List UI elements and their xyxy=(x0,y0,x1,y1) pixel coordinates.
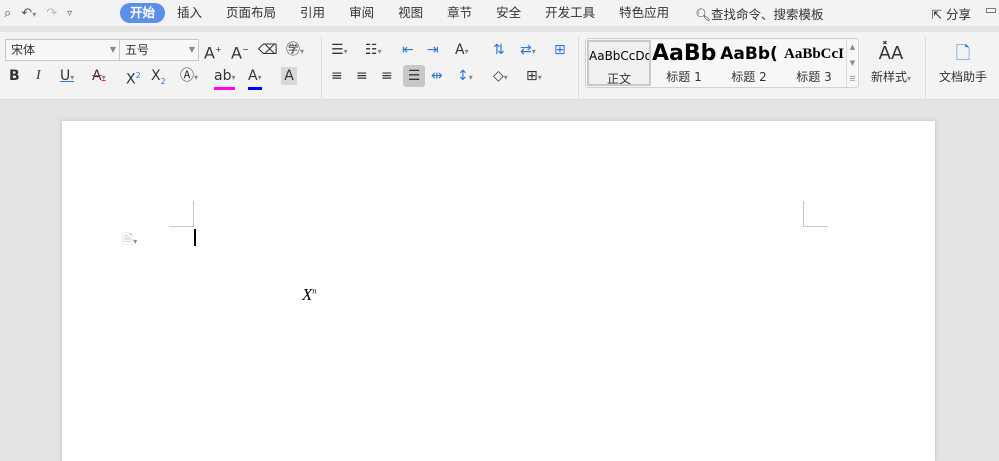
increase-indent-icon[interactable]: ⇥ xyxy=(427,41,439,59)
distributed-icon[interactable]: ⇹ xyxy=(431,67,443,85)
style-name: 正文 xyxy=(606,72,631,86)
command-search[interactable]: 🔍︎查找命令、搜索模板 xyxy=(695,4,823,23)
subscript-icon[interactable]: X2 xyxy=(151,67,166,91)
style-name: 标题 2 xyxy=(731,70,767,84)
doc-helper-button[interactable]: 🗋 文档助手 xyxy=(933,40,993,85)
table-grid-icon[interactable]: ⊞ xyxy=(554,41,566,59)
style-name: 标题 1 xyxy=(666,70,702,84)
paragraph-options-icon[interactable]: 🗎▾ xyxy=(122,229,137,253)
text-cursor xyxy=(194,229,196,246)
style-gallery: AaBbCcDd 正文 AaBb 标题 1 AaBb( 标题 2 AaBbCcI 标题 … xyxy=(585,38,859,88)
tab-insert[interactable]: 插入 xyxy=(165,3,214,23)
doc-helper-icon: 🗋 xyxy=(955,43,971,64)
highlight-icon[interactable]: ab▾ xyxy=(214,67,236,90)
justify-icon[interactable]: ☰ xyxy=(403,65,425,87)
undo-icon[interactable]: ↶▾ xyxy=(21,6,36,21)
customize-chevron-icon[interactable]: ▿ xyxy=(67,8,72,19)
formula-object[interactable]: Xn xyxy=(302,285,316,305)
style-preview: AaBb( xyxy=(720,44,778,64)
strikethrough-icon[interactable]: A▾ xyxy=(92,67,106,87)
tab-special-apps[interactable]: 特色应用 xyxy=(607,3,681,23)
new-style-button[interactable]: A̽A 新样式▾ xyxy=(866,40,916,85)
formula-superscript: n xyxy=(312,286,317,296)
text-direction-icon[interactable]: ⇄▾ xyxy=(520,41,536,61)
share-label: 分享 xyxy=(945,7,971,22)
share-button[interactable]: ⇱ 分享 xyxy=(932,4,971,23)
style-preview: AaBbCcI xyxy=(783,46,844,62)
underline-icon[interactable]: U▾ xyxy=(60,67,74,87)
share-icon: ⇱ xyxy=(931,7,942,22)
scroll-down-icon[interactable]: ▼ xyxy=(847,55,858,71)
align-center-icon[interactable]: ≡ xyxy=(356,67,368,85)
grow-font-icon[interactable]: A+ xyxy=(204,41,222,62)
char-shading-icon[interactable]: A xyxy=(281,67,297,85)
chevron-down-icon: ▼ xyxy=(109,45,116,54)
style-heading-2[interactable]: AaBb( 标题 2 xyxy=(717,40,781,86)
doc-helper-label: 文档助手 xyxy=(938,70,987,84)
numbered-list-icon[interactable]: ☷▾ xyxy=(365,41,382,61)
align-right-icon[interactable]: ≡ xyxy=(381,67,393,85)
bold-icon[interactable]: B xyxy=(9,67,20,85)
style-gallery-scrollbar[interactable]: ▲ ▼ ☰ xyxy=(846,39,858,87)
font-size-value: 五号 xyxy=(125,43,150,57)
italic-icon[interactable]: I xyxy=(36,67,41,85)
tab-developer[interactable]: 开发工具 xyxy=(533,3,607,23)
shading-icon[interactable]: ◇▾ xyxy=(493,67,508,87)
tab-review[interactable]: 审阅 xyxy=(337,3,386,23)
quick-access-toolbar: ⌕ ↶▾ ↷ ▿ xyxy=(0,6,120,21)
tab-page-layout[interactable]: 页面布局 xyxy=(214,3,288,23)
shrink-font-icon[interactable]: A− xyxy=(231,41,249,62)
formula-base: X xyxy=(302,285,313,304)
menu-bar: ⌕ ↶▾ ↷ ▿ 开始 插入 页面布局 引用 审阅 视图 章节 安全 开发工具 … xyxy=(0,0,999,26)
font-name-select[interactable]: 宋体 ▼ xyxy=(5,39,120,61)
search-label: 查找命令、搜索模板 xyxy=(711,6,824,22)
new-style-icon: A̽A xyxy=(878,43,904,64)
style-preview: AaBb xyxy=(652,41,716,66)
print-preview-icon[interactable]: ⌕ xyxy=(4,6,11,21)
tab-security[interactable]: 安全 xyxy=(484,3,533,23)
chevron-down-icon: ▼ xyxy=(188,45,195,54)
line-spacing-icon[interactable]: ↕▾ xyxy=(457,67,473,87)
new-style-label: 新样式 xyxy=(870,70,907,84)
style-normal[interactable]: AaBbCcDd 正文 xyxy=(587,40,651,86)
more-icon[interactable]: ☰ xyxy=(847,71,858,87)
bullet-list-icon[interactable]: ☰▾ xyxy=(331,41,348,61)
search-icon: 🔍︎ xyxy=(695,6,712,22)
align-left-icon[interactable]: ≡ xyxy=(331,67,343,85)
char-scaling-icon[interactable]: A▾ xyxy=(455,41,469,61)
tab-home[interactable]: 开始 xyxy=(120,3,166,23)
document-page[interactable]: 🗎▾ Xn xyxy=(62,121,935,461)
clear-format-icon[interactable]: ⌫ xyxy=(258,41,278,59)
sort-icon[interactable]: ⇅ xyxy=(493,41,505,59)
style-preview: AaBbCcDd xyxy=(589,49,649,63)
tab-view[interactable]: 视图 xyxy=(386,3,435,23)
panel-icon[interactable]: ▭ xyxy=(985,3,997,18)
font-color-icon[interactable]: A▾ xyxy=(248,67,262,90)
font-size-select[interactable]: 五号 ▼ xyxy=(119,39,199,61)
text-effect-icon[interactable]: Ⓐ▾ xyxy=(180,67,198,87)
font-name-value: 宋体 xyxy=(11,43,36,57)
scroll-up-icon[interactable]: ▲ xyxy=(847,39,858,55)
style-heading-3[interactable]: AaBbCcI 标题 3 xyxy=(782,40,846,86)
superscript-icon[interactable]: X2 xyxy=(126,67,141,89)
phonetic-guide-icon[interactable]: ㊫▾ xyxy=(286,41,304,61)
ribbon-toolbar: 宋体 ▼ 五号 ▼ A+ A− ⌫ ㊫▾ B I U▾ A▾ X2 X2 Ⓐ▾ ab… xyxy=(0,32,999,100)
redo-icon[interactable]: ↷ xyxy=(46,6,57,21)
tab-section[interactable]: 章节 xyxy=(435,3,484,23)
tab-references[interactable]: 引用 xyxy=(288,3,337,23)
style-name: 标题 3 xyxy=(796,70,832,84)
style-heading-1[interactable]: AaBb 标题 1 xyxy=(652,40,716,86)
decrease-indent-icon[interactable]: ⇤ xyxy=(402,41,414,59)
borders-icon[interactable]: ⊞▾ xyxy=(526,67,542,87)
